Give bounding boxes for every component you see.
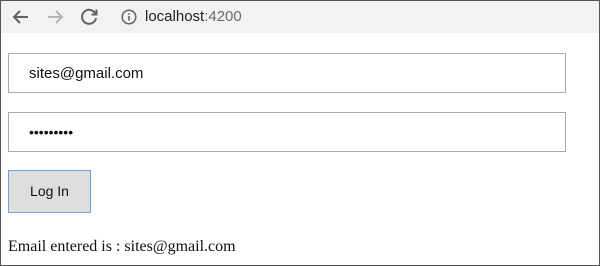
login-button[interactable]: Log In (8, 170, 91, 213)
reload-icon (81, 8, 98, 25)
reload-button[interactable] (77, 5, 101, 29)
url-host: localhost (145, 8, 205, 25)
address-bar[interactable]: localhost:4200 (111, 4, 591, 30)
arrow-left-icon (12, 10, 28, 24)
password-field[interactable] (8, 112, 566, 152)
back-button[interactable] (9, 5, 33, 29)
url-port: :4200 (204, 8, 242, 25)
info-circle-icon[interactable] (121, 9, 137, 25)
email-result-text: Email entered is : sites@gmail.com (8, 238, 236, 255)
browser-toolbar: localhost:4200 (1, 1, 599, 33)
email-field[interactable] (8, 53, 566, 93)
browser-window: localhost:4200 Log In Email entered is :… (0, 0, 600, 266)
url-text: localhost:4200 (145, 8, 242, 26)
forward-button[interactable] (43, 5, 67, 29)
arrow-right-icon (48, 10, 64, 24)
